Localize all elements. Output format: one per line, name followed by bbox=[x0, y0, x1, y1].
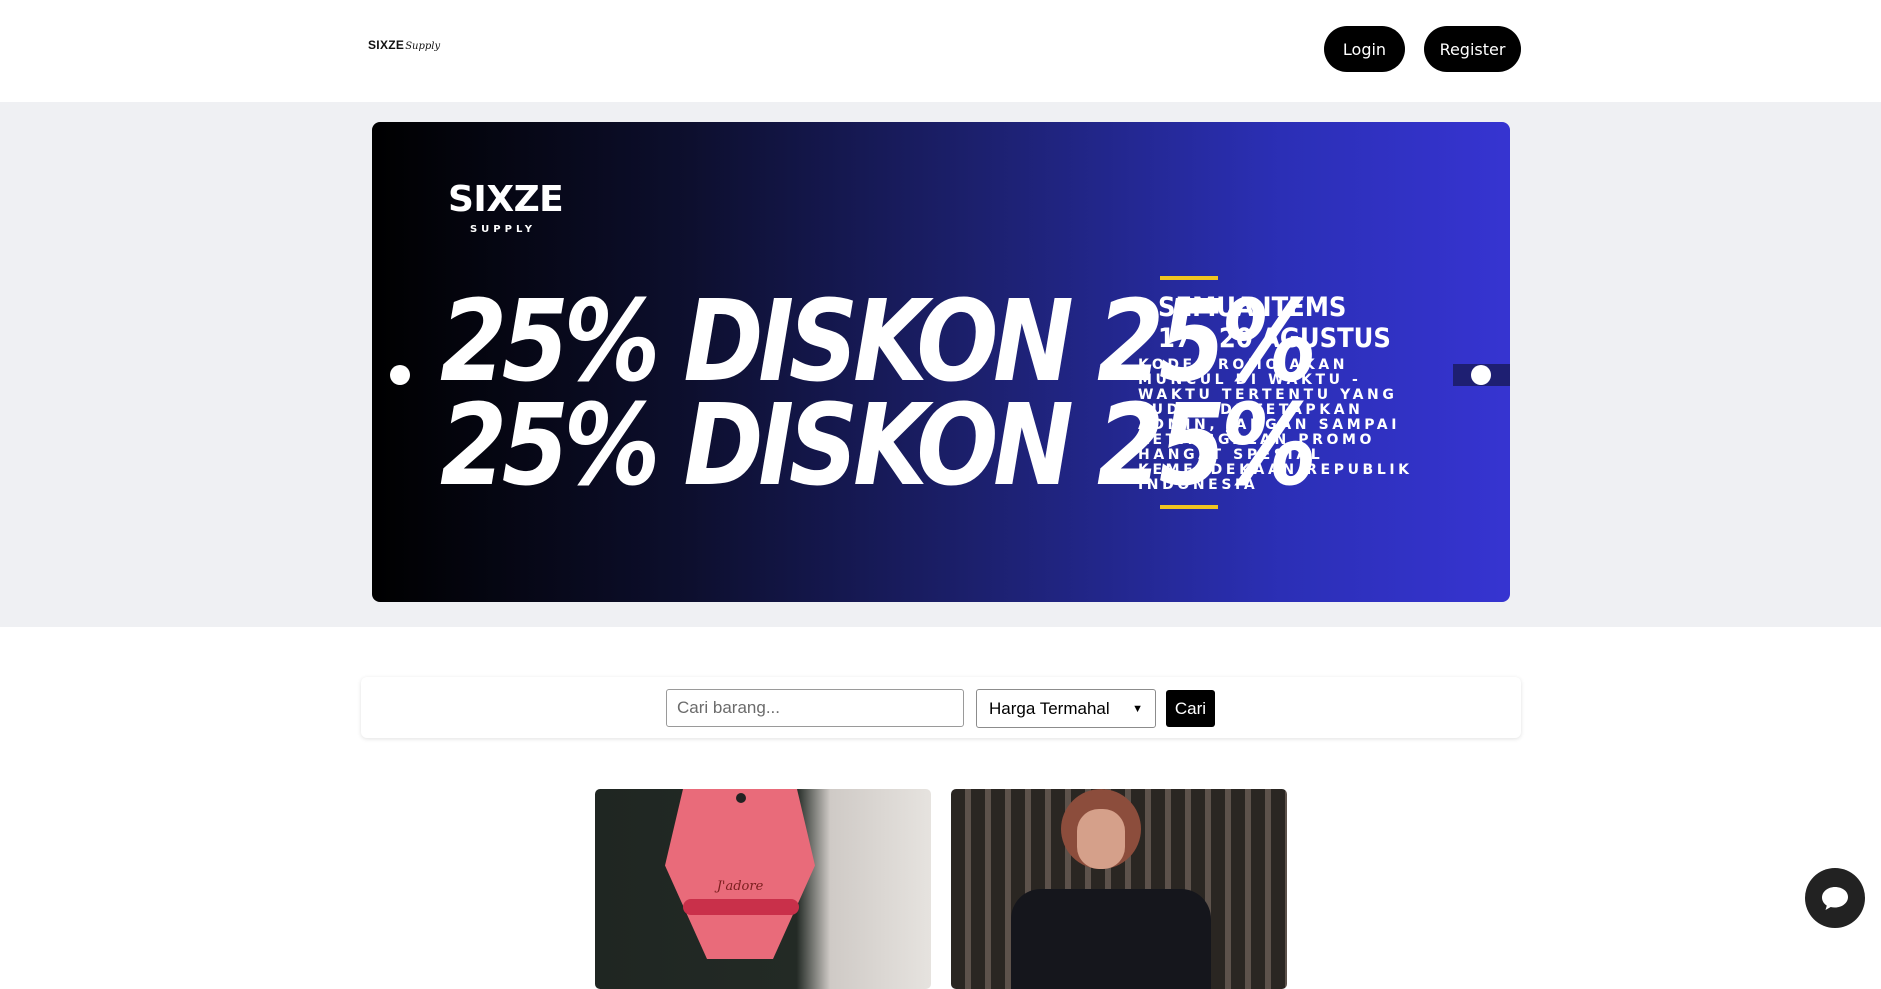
site-header: SIXZE Supply Login Register bbox=[0, 0, 1881, 102]
sort-select[interactable]: Harga Termahal ▼ bbox=[976, 689, 1156, 728]
model-shirt bbox=[1011, 889, 1211, 989]
search-input[interactable] bbox=[666, 689, 964, 727]
accent-divider-top bbox=[1160, 276, 1218, 280]
chat-button[interactable] bbox=[1805, 868, 1865, 928]
carousel-next-dot[interactable] bbox=[1471, 365, 1491, 385]
product-card[interactable] bbox=[951, 789, 1287, 989]
chat-bubble-icon bbox=[1822, 887, 1848, 910]
register-button[interactable]: Register bbox=[1424, 26, 1521, 72]
sort-selected-value: Harga Termahal bbox=[989, 698, 1110, 718]
product-card[interactable]: J'adore bbox=[595, 789, 931, 989]
banner-promo-details: SEMUA ITEMS 17 - 20 AGUSTUS KODE PROMO A… bbox=[1138, 276, 1438, 509]
banner-brand: SIXZE SUPPLY bbox=[448, 179, 564, 236]
tag-stripe bbox=[683, 899, 799, 915]
product-image bbox=[665, 789, 815, 959]
banner-title-1: SEMUA ITEMS bbox=[1158, 292, 1347, 323]
product-tag-text: J'adore bbox=[716, 879, 764, 894]
logo-main-text: SIXZE bbox=[368, 38, 405, 52]
carousel-prev-dot[interactable] bbox=[390, 365, 410, 385]
site-logo[interactable]: SIXZE Supply bbox=[368, 38, 440, 52]
search-button[interactable]: Cari bbox=[1166, 690, 1215, 727]
promo-banner[interactable]: SIXZE SUPPLY 25% DISKON 25% 25% DISKON 2… bbox=[372, 122, 1510, 602]
banner-title-2: 17 - 20 AGUSTUS bbox=[1158, 323, 1391, 354]
logo-script-text: Supply bbox=[405, 41, 441, 52]
banner-brand-main: SIXZE bbox=[448, 179, 564, 220]
banner-body-text: KODE PROMO AKAN MUNCUL DI WAKTU - WAKTU … bbox=[1138, 357, 1413, 493]
banner-brand-sub: SUPPLY bbox=[469, 224, 537, 235]
chevron-down-icon: ▼ bbox=[1132, 702, 1143, 715]
accent-divider-bottom bbox=[1160, 505, 1218, 509]
model-face bbox=[1077, 809, 1125, 869]
login-button[interactable]: Login bbox=[1324, 26, 1405, 72]
tag-hole bbox=[736, 793, 746, 803]
